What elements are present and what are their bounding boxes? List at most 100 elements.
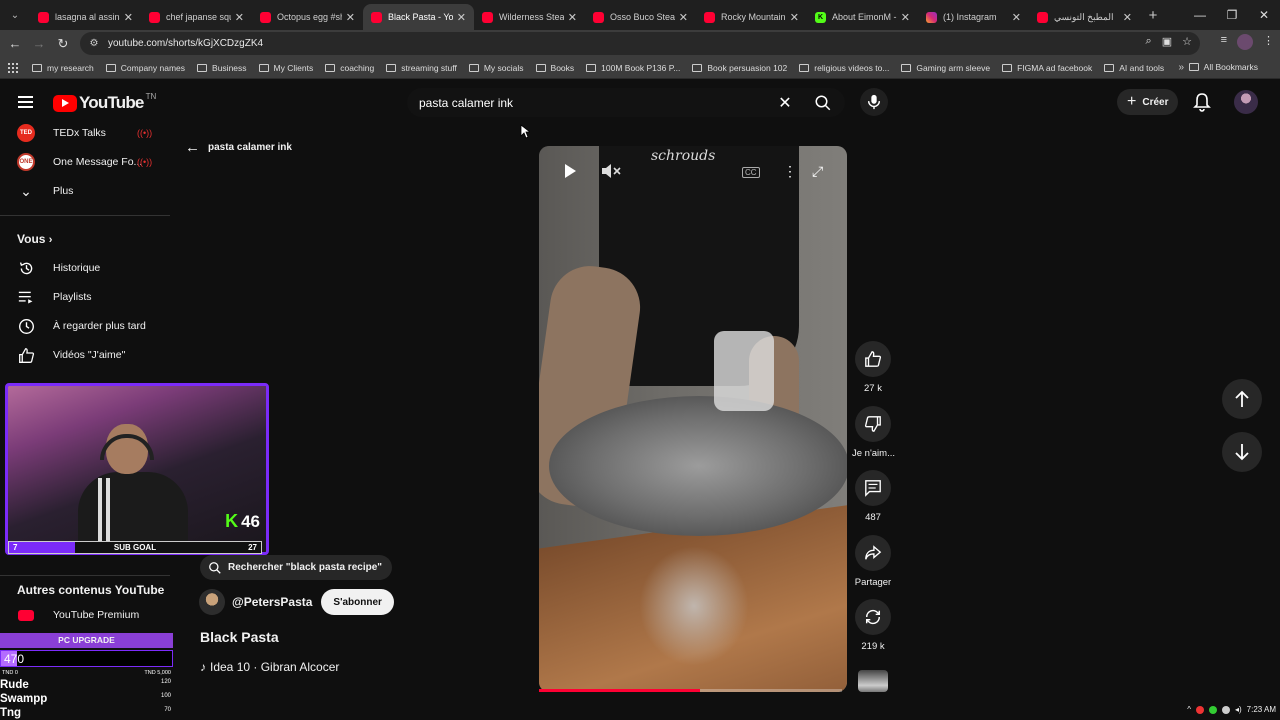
close-tab-icon[interactable]: ✕ (790, 11, 799, 24)
profile-icon[interactable] (1237, 34, 1253, 50)
tray-expand-icon[interactable]: ^ (1187, 705, 1191, 714)
browser-tab[interactable]: Black Pasta - You ✕ (363, 4, 474, 30)
music-attribution[interactable]: ♪ Idea 10 · Gibran Alcocer (200, 660, 339, 674)
like-button[interactable] (855, 341, 891, 377)
more-bookmarks-icon[interactable]: » (1178, 62, 1184, 73)
fullscreen-icon[interactable]: ⤢ (812, 163, 823, 180)
menu-icon[interactable] (18, 96, 33, 108)
more-options-icon[interactable]: ⋮ (783, 163, 797, 180)
close-tab-icon[interactable]: ✕ (901, 11, 910, 24)
site-info-icon[interactable]: ⚙ (86, 36, 102, 52)
browser-tab[interactable]: المطبخ التونسي ✕ (1029, 4, 1140, 30)
close-tab-icon[interactable]: ✕ (346, 11, 355, 24)
browser-tab[interactable]: Rocky Mountain ✕ (696, 4, 807, 30)
shorts-video-player[interactable]: schrouds CC ⋮ ⤢ (539, 146, 847, 692)
forward-button[interactable]: → (27, 36, 51, 51)
volume-icon[interactable]: ◂) (1235, 705, 1242, 714)
notifications-button[interactable] (1193, 92, 1211, 117)
bookmark-folder[interactable]: My socials (468, 63, 524, 73)
search-button[interactable] (800, 88, 845, 117)
clock-time[interactable]: 7:23 AM (1247, 705, 1276, 714)
bookmark-folder[interactable]: streaming stuff (386, 63, 457, 73)
tray-app-icon[interactable] (1208, 705, 1217, 714)
share-button[interactable] (855, 535, 891, 571)
tab-search-icon[interactable]: ⌄ (0, 0, 30, 30)
channel-name[interactable]: @PetersPasta (232, 595, 312, 609)
captions-icon[interactable]: CC (742, 167, 760, 178)
voice-search-button[interactable] (860, 88, 888, 116)
create-button[interactable]: + Créer (1117, 89, 1179, 115)
bookmark-star-icon[interactable]: ☆ (1182, 35, 1192, 48)
bookmark-folder[interactable]: Company names (105, 63, 185, 73)
search-suggestion-chip[interactable]: Rechercher "black pasta recipe" (200, 555, 393, 580)
subscribe-button[interactable]: S'abonner (321, 589, 394, 615)
browser-tab[interactable]: K About EimonM - ✕ (807, 4, 918, 30)
sidebar-item-premium[interactable]: YouTube Premium (0, 601, 170, 629)
browser-tab[interactable]: (1) Instagram ✕ (918, 4, 1029, 30)
sidebar-item-history[interactable]: Historique (0, 254, 170, 282)
mute-button[interactable] (601, 163, 623, 182)
browser-tab[interactable]: chef japanse squ ✕ (141, 4, 252, 30)
video-title[interactable]: Black Pasta (200, 629, 279, 645)
you-section-heading[interactable]: Vous › (17, 232, 52, 246)
previous-short-button[interactable] (1222, 379, 1262, 419)
next-short-button[interactable] (1222, 432, 1262, 472)
youtube-logo[interactable]: YouTube TN (53, 92, 156, 113)
bookmark-folder[interactable]: FIGMA ad facebook (1002, 63, 1092, 73)
browser-tab[interactable]: lasagna al assina ✕ (30, 4, 141, 30)
channel-avatar[interactable] (199, 589, 225, 615)
remix-button[interactable] (855, 599, 891, 635)
browser-tab[interactable]: Wilderness Steak ✕ (474, 4, 585, 30)
browser-tab[interactable]: Osso Buco Steak ✕ (585, 4, 696, 30)
all-bookmarks-button[interactable]: All Bookmarks (1188, 62, 1258, 72)
bookmark-folder[interactable]: AI and tools (1104, 63, 1164, 73)
bookmark-folder[interactable]: Business (197, 63, 247, 73)
new-tab-button[interactable]: + (1140, 7, 1166, 24)
minimize-button[interactable]: — (1184, 0, 1216, 30)
play-button[interactable] (562, 163, 578, 182)
video-progress-bar[interactable] (539, 689, 842, 692)
bookmark-folder[interactable]: Books (535, 63, 574, 73)
sidebar-item-more[interactable]: ⌄ Plus (0, 177, 170, 205)
account-avatar[interactable] (1234, 90, 1258, 114)
bookmark-folder[interactable]: 100M Book P136 P... (586, 63, 680, 73)
media-control-icon[interactable]: ≡ (1221, 34, 1227, 50)
maximize-button[interactable]: ❐ (1216, 0, 1248, 30)
bookmark-folder[interactable]: Gaming arm sleeve (901, 63, 990, 73)
sidebar-item-tedx[interactable]: TED TEDx Talks ((•)) (0, 119, 170, 147)
tray-app-icon[interactable] (1195, 705, 1204, 714)
apps-icon[interactable] (8, 62, 18, 73)
sidebar-item-playlists[interactable]: Playlists (0, 283, 170, 311)
browser-menu-icon[interactable]: ⋮ (1263, 34, 1274, 50)
install-app-icon[interactable]: ▣ (1162, 35, 1172, 48)
sidebar-item-liked-videos[interactable]: Vidéos "J'aime" (0, 341, 170, 369)
search-input[interactable]: pasta calamer ink (407, 96, 770, 110)
close-tab-icon[interactable]: ✕ (1123, 11, 1132, 24)
clear-search-icon[interactable]: ✕ (770, 93, 800, 113)
close-tab-icon[interactable]: ✕ (568, 11, 577, 24)
audio-thumbnail[interactable] (858, 670, 888, 692)
bookmark-folder[interactable]: coaching (325, 63, 374, 73)
sidebar-item-one-message[interactable]: ONE One Message Fo... ((•)) (0, 148, 170, 176)
comments-button[interactable] (855, 470, 891, 506)
bookmark-folder[interactable]: My Clients (258, 63, 313, 73)
close-tab-icon[interactable]: ✕ (124, 11, 133, 24)
address-bar[interactable]: ⚙ youtube.com/shorts/kGjXCDzgZK4 ⌕ ▣ ☆ (80, 32, 1200, 55)
dislike-button[interactable] (855, 406, 891, 442)
sidebar-item-watch-later[interactable]: À regarder plus tard (0, 312, 170, 340)
bookmark-folder[interactable]: my research (32, 63, 94, 73)
search-box[interactable]: pasta calamer ink ✕ (407, 88, 845, 117)
back-button[interactable]: ← (3, 36, 27, 51)
close-window-button[interactable]: ✕ (1248, 0, 1280, 30)
zoom-icon[interactable]: ⌕ (1146, 35, 1152, 48)
close-tab-icon[interactable]: ✕ (457, 11, 466, 24)
back-to-search-button[interactable]: ← pasta calamer ink (185, 139, 292, 156)
reload-button[interactable]: ↻ (51, 36, 75, 52)
bookmark-folder[interactable]: religious videos to... (799, 63, 889, 73)
bookmark-folder[interactable]: Book persuasion 102 (692, 63, 787, 73)
close-tab-icon[interactable]: ✕ (679, 11, 688, 24)
close-tab-icon[interactable]: ✕ (235, 11, 244, 24)
network-icon[interactable] (1221, 705, 1230, 714)
browser-tab[interactable]: Octopus egg #sh ✕ (252, 4, 363, 30)
close-tab-icon[interactable]: ✕ (1012, 11, 1021, 24)
